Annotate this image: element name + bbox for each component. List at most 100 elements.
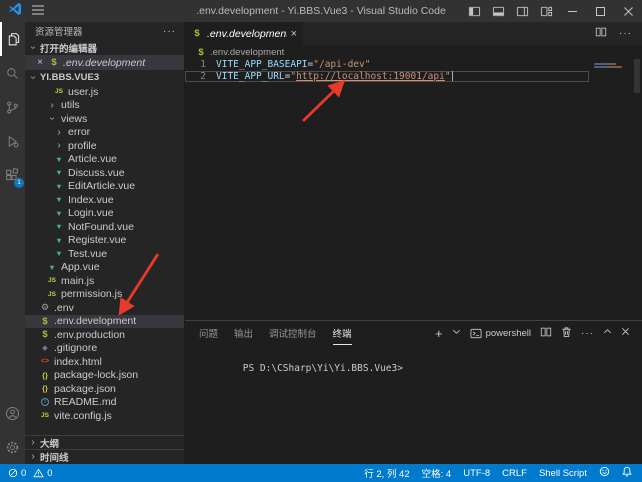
close-icon[interactable]: × (35, 57, 45, 68)
tree-item-vite.config.js[interactable]: JSvite.config.js (25, 409, 184, 423)
tree-item-label: Index.vue (68, 194, 114, 206)
settings-gear-icon[interactable] (0, 430, 25, 464)
tree-item-Discuss.vue[interactable]: ▼Discuss.vue (25, 166, 184, 180)
open-editors-header[interactable]: › 打开的编辑器 (25, 40, 184, 55)
tree-item-README.md[interactable]: iREADME.md (25, 396, 184, 410)
code-line-1[interactable]: 1VITE_APP_BASEAPI="/api-dev" (185, 59, 589, 71)
notifications-bell-icon[interactable] (622, 466, 632, 480)
new-terminal-icon[interactable]: + (435, 326, 443, 341)
minimap[interactable] (594, 63, 626, 69)
terminal-dropdown-icon[interactable] (452, 327, 461, 339)
toggle-panel-icon[interactable] (486, 0, 510, 22)
terminal-instance-selector[interactable]: powershell (470, 328, 531, 339)
html-icon: <> (39, 358, 51, 365)
tree-item-.env[interactable]: ⚙.env (25, 301, 184, 315)
breadcrumb[interactable]: $ .env.development (185, 45, 642, 59)
tree-item-label: Discuss.vue (68, 167, 125, 179)
tree-item-.env.production[interactable]: $.env.production (25, 328, 184, 342)
tree-item-index.html[interactable]: <>index.html (25, 355, 184, 369)
outline-section-header[interactable]: › 大纲 (25, 436, 184, 450)
code-editor[interactable]: 1VITE_APP_BASEAPI="/api-dev"2VITE_APP_UR… (185, 59, 642, 320)
close-window-button[interactable] (614, 0, 642, 22)
tree-item-Article.vue[interactable]: ▼Article.vue (25, 153, 184, 167)
tab-env-development[interactable]: $ .env.development × (185, 22, 303, 45)
open-editor-item[interactable]: × $ .env.development (25, 55, 184, 70)
tree-item-label: Login.vue (68, 207, 114, 219)
code-token: VITE_APP_URL (216, 71, 285, 82)
tree-item-.env.development[interactable]: $.env.development (25, 315, 184, 329)
tree-item-main.js[interactable]: JSmain.js (25, 274, 184, 288)
code-token: VITE_APP_BASEAPI (216, 59, 308, 70)
account-icon[interactable] (0, 396, 25, 430)
panel-more-actions-icon[interactable]: ··· (581, 328, 594, 339)
minimize-button[interactable] (558, 0, 586, 22)
source-control-icon[interactable] (0, 90, 25, 124)
warning-icon (33, 468, 44, 478)
tree-item-NotFound.vue[interactable]: ▼NotFound.vue (25, 220, 184, 234)
explorer-icon[interactable] (0, 22, 25, 56)
views-more-actions-icon[interactable]: ··· (163, 26, 176, 37)
split-editor-icon[interactable] (595, 25, 607, 43)
tree-item-error[interactable]: ›error (25, 126, 184, 140)
indentation-status[interactable]: 空格: 4 (422, 466, 452, 480)
close-tab-icon[interactable]: × (291, 28, 297, 40)
tree-item-package-lock.json[interactable]: {}package-lock.json (25, 369, 184, 383)
panel-tab-problems[interactable]: 问题 (199, 321, 218, 345)
tree-item-.gitignore[interactable]: ◆.gitignore (25, 342, 184, 356)
tree-item-EditArticle.vue[interactable]: ▼EditArticle.vue (25, 180, 184, 194)
tree-item-Register.vue[interactable]: ▼Register.vue (25, 234, 184, 248)
tree-item-utils[interactable]: ›utils (25, 99, 184, 113)
split-terminal-icon[interactable] (540, 326, 552, 341)
folder-collapsed-icon: › (53, 140, 65, 151)
maximize-button[interactable] (586, 0, 614, 22)
panel-tab-output[interactable]: 输出 (234, 321, 253, 345)
problems-status[interactable]: 0 0 (8, 468, 53, 479)
run-debug-icon[interactable] (0, 124, 25, 158)
code-line-2[interactable]: 2VITE_APP_URL="http://localhost:19001/ap… (185, 71, 589, 83)
dotenv-icon: $ (191, 28, 203, 39)
tree-item-package.json[interactable]: {}package.json (25, 382, 184, 396)
project-root-header[interactable]: › YI.BBS.VUE3 (25, 70, 184, 85)
customize-layout-icon[interactable] (534, 0, 558, 22)
close-panel-icon[interactable] (621, 327, 630, 339)
menu-icon[interactable] (32, 2, 44, 20)
js-icon: JS (46, 291, 58, 298)
toggle-sidebar-icon[interactable] (462, 0, 486, 22)
tree-item-permission.js[interactable]: JSpermission.js (25, 288, 184, 302)
tree-item-profile[interactable]: ›profile (25, 139, 184, 153)
js-icon: JS (39, 412, 51, 419)
search-icon[interactable] (0, 56, 25, 90)
cursor-position-status[interactable]: 行 2, 列 42 (364, 466, 409, 480)
tree-item-label: permission.js (61, 288, 122, 300)
feedback-smiley-icon[interactable] (599, 466, 610, 480)
tree-item-views[interactable]: ›views (25, 112, 184, 126)
maximize-panel-icon[interactable] (603, 327, 612, 339)
chevron-down-icon: › (28, 43, 39, 53)
language-mode-status[interactable]: Shell Script (539, 468, 587, 479)
kill-terminal-icon[interactable] (561, 326, 572, 341)
editor-scrollbar[interactable] (634, 59, 640, 93)
toggle-secondary-sidebar-icon[interactable] (510, 0, 534, 22)
timeline-section-header[interactable]: › 时间线 (25, 450, 184, 463)
extensions-icon[interactable]: 1 (0, 158, 25, 192)
tree-item-Login.vue[interactable]: ▼Login.vue (25, 207, 184, 221)
tree-item-Index.vue[interactable]: ▼Index.vue (25, 193, 184, 207)
title-bar: .env.development - Yi.BBS.Vue3 - Visual … (0, 0, 642, 22)
tree-item-label: index.html (54, 356, 102, 368)
dollar-icon: $ (39, 316, 51, 327)
tree-item-label: user.js (68, 86, 98, 98)
panel-tab-debug-console[interactable]: 调试控制台 (269, 321, 317, 345)
editor-more-actions-icon[interactable]: ··· (619, 28, 632, 39)
tree-item-Test.vue[interactable]: ▼Test.vue (25, 247, 184, 261)
code-token: "/api-dev" (313, 59, 370, 70)
eol-status[interactable]: CRLF (502, 468, 527, 479)
tab-label: .env.development (207, 28, 287, 40)
tree-item-label: EditArticle.vue (68, 180, 135, 192)
vue-icon: ▼ (53, 249, 65, 258)
encoding-status[interactable]: UTF-8 (463, 468, 490, 479)
panel-tab-terminal[interactable]: 终端 (333, 321, 352, 345)
terminal-output[interactable]: PS D:\CSharp\Yi\Yi.BBS.Vue3> (185, 345, 642, 464)
open-editor-filename: .env.development (63, 57, 145, 69)
tree-item-App.vue[interactable]: ▼App.vue (25, 261, 184, 275)
tree-item-user.js[interactable]: JSuser.js (25, 85, 184, 99)
